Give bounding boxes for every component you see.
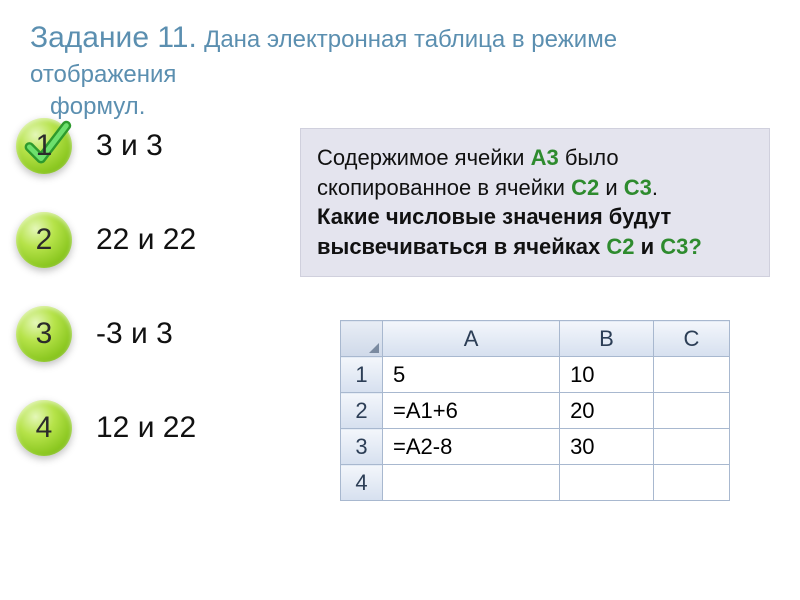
row-3-head[interactable]: 3: [341, 429, 383, 465]
row-2-head[interactable]: 2: [341, 393, 383, 429]
row-2: 2 =A1+6 20: [341, 393, 730, 429]
explain-c2: С2: [571, 175, 599, 200]
cell-A3[interactable]: =A2-8: [383, 429, 560, 465]
cell-A1[interactable]: 5: [383, 357, 560, 393]
explain-t4: .: [652, 175, 658, 200]
row-1: 1 5 10: [341, 357, 730, 393]
select-all-corner[interactable]: [341, 321, 383, 357]
cell-A4[interactable]: [383, 465, 560, 501]
explain-qand: и: [634, 234, 660, 259]
option-2[interactable]: 2 22 и 22: [16, 212, 266, 268]
option-2-number: 2: [36, 223, 53, 257]
header-row: A B C: [341, 321, 730, 357]
row-4: 4: [341, 465, 730, 501]
option-3-button[interactable]: 3: [16, 306, 72, 362]
option-4-number: 4: [36, 411, 53, 445]
option-2-text: 22 и 22: [96, 223, 196, 257]
cell-C4[interactable]: [653, 465, 729, 501]
row-4-head[interactable]: 4: [341, 465, 383, 501]
option-3-text: -3 и 3: [96, 317, 173, 351]
explain-t3: и: [599, 175, 624, 200]
option-4-button[interactable]: 4: [16, 400, 72, 456]
cell-B1[interactable]: 10: [560, 357, 654, 393]
col-B[interactable]: B: [560, 321, 654, 357]
row-3: 3 =A2-8 30: [341, 429, 730, 465]
cell-A2[interactable]: =A1+6: [383, 393, 560, 429]
cell-B2[interactable]: 20: [560, 393, 654, 429]
explain-c3: С3: [624, 175, 652, 200]
explain-qc2: С2: [606, 234, 634, 259]
slide-title: Задание 11. Дана электронная таблица в р…: [0, 0, 800, 132]
option-2-button[interactable]: 2: [16, 212, 72, 268]
cell-C2[interactable]: [653, 393, 729, 429]
explain-qc3: С3?: [660, 234, 702, 259]
spreadsheet-table: A B C 1 5 10 2 =A1+6 20 3 =A2-8 30 4: [340, 320, 730, 501]
cell-C1[interactable]: [653, 357, 729, 393]
explain-a3: А3: [531, 145, 559, 170]
option-1-button[interactable]: 1: [16, 118, 72, 174]
col-A[interactable]: A: [383, 321, 560, 357]
option-1[interactable]: 1 3 и 3: [16, 118, 266, 174]
title-main: Задание 11.: [30, 21, 197, 54]
cell-B4[interactable]: [560, 465, 654, 501]
option-4[interactable]: 4 12 и 22: [16, 400, 266, 456]
explain-t1: Содержимое ячейки: [317, 145, 531, 170]
answer-options: 1 3 и 3 2 22 и 22 3 -3 и 3 4 12 и 22: [16, 118, 266, 494]
explanation-box: Содержимое ячейки А3 было скопированное …: [300, 128, 770, 277]
spreadsheet: A B C 1 5 10 2 =A1+6 20 3 =A2-8 30 4: [340, 320, 730, 501]
row-1-head[interactable]: 1: [341, 357, 383, 393]
option-3[interactable]: 3 -3 и 3: [16, 306, 266, 362]
col-C[interactable]: C: [653, 321, 729, 357]
option-4-text: 12 и 22: [96, 411, 196, 445]
cell-B3[interactable]: 30: [560, 429, 654, 465]
cell-C3[interactable]: [653, 429, 729, 465]
option-1-text: 3 и 3: [96, 129, 163, 163]
option-1-number: 1: [36, 129, 53, 163]
option-3-number: 3: [36, 317, 53, 351]
